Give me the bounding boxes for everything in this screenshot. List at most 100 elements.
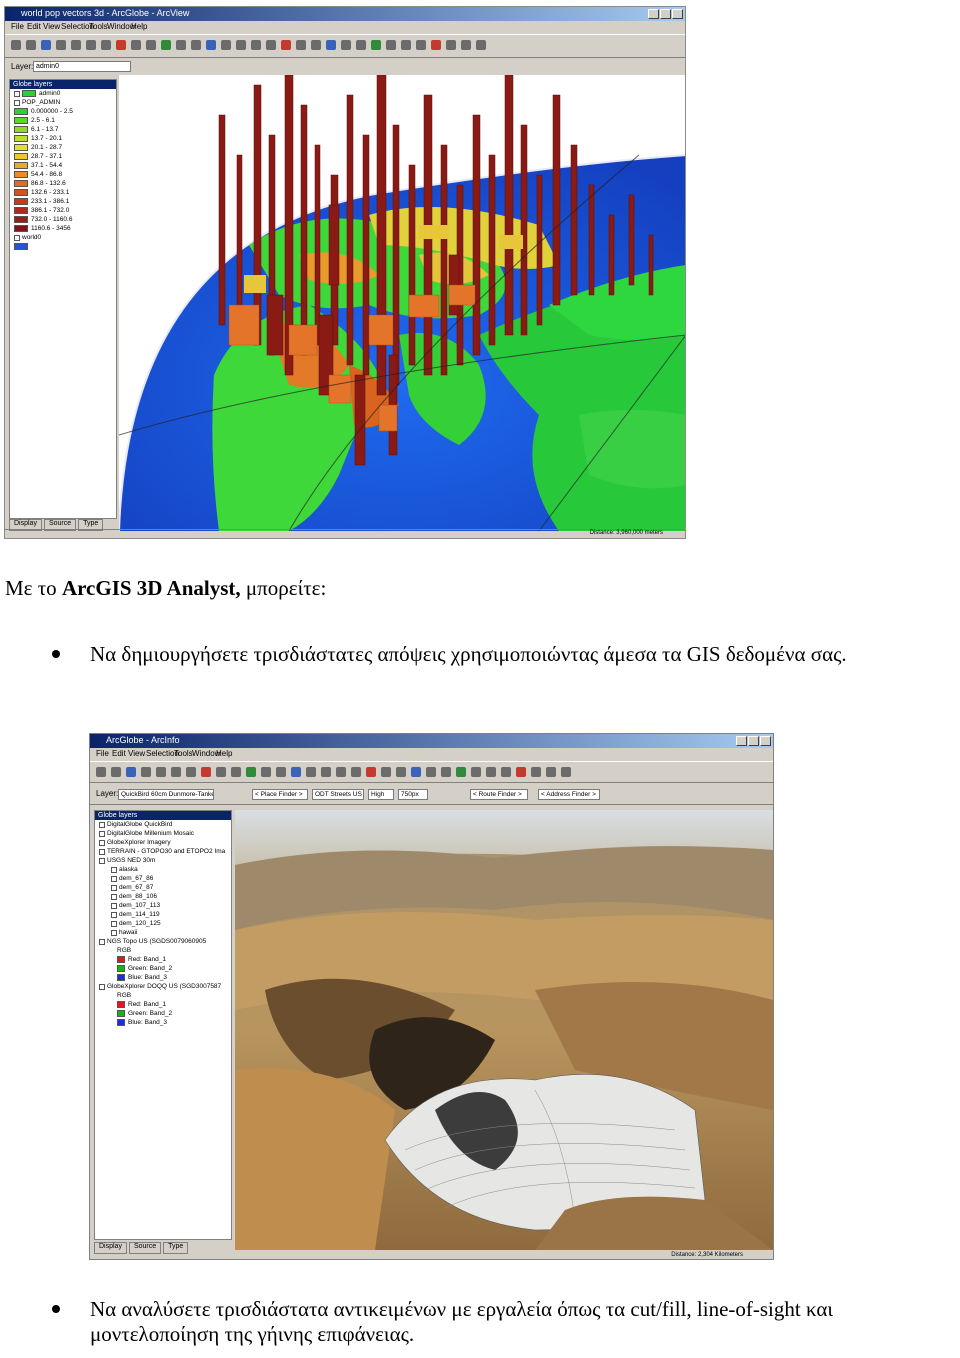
globe-3d-view[interactable]: [119, 75, 685, 531]
menu-help[interactable]: Help: [216, 749, 232, 758]
redo-icon[interactable]: [146, 40, 156, 50]
tab-type[interactable]: Type: [163, 1242, 189, 1254]
zoom-in-icon[interactable]: [236, 40, 246, 50]
paste-icon[interactable]: [186, 767, 196, 777]
copy-icon[interactable]: [171, 767, 181, 777]
layer-row[interactable]: RGB: [117, 991, 231, 1000]
route-finder[interactable]: < Route Finder >: [470, 789, 528, 800]
save-icon[interactable]: [126, 767, 136, 777]
layer-checkbox[interactable]: [14, 99, 20, 106]
quality-select[interactable]: High: [368, 789, 394, 800]
pan-icon[interactable]: [266, 40, 276, 50]
copy-icon[interactable]: [86, 40, 96, 50]
layer-row[interactable]: Blue: Band_3: [117, 1018, 231, 1027]
layer-row[interactable]: DigitalGlobe Millenium Mosaic: [99, 829, 231, 838]
paste-icon[interactable]: [101, 40, 111, 50]
menu-tools[interactable]: Tools: [89, 22, 108, 31]
print-icon[interactable]: [141, 767, 151, 777]
maximize-icon[interactable]: [660, 9, 671, 19]
select-icon[interactable]: [296, 40, 306, 50]
cut-icon[interactable]: [71, 40, 81, 50]
layer-row[interactable]: USGS NED 30m: [99, 856, 231, 865]
delete-icon[interactable]: [201, 767, 211, 777]
menu-tools[interactable]: Tools: [174, 749, 193, 758]
minimize-icon[interactable]: [648, 9, 659, 19]
fly-icon[interactable]: [306, 767, 316, 777]
cut-icon[interactable]: [156, 767, 166, 777]
scale-icon[interactable]: [261, 767, 271, 777]
layer-row[interactable]: Green: Band_2: [117, 964, 231, 973]
new-icon[interactable]: [96, 767, 106, 777]
layer-row[interactable]: GlobeXplorer DOQQ US (SGD3007587: [99, 982, 231, 991]
save-icon[interactable]: [41, 40, 51, 50]
layer-checkbox[interactable]: [111, 875, 117, 882]
find-icon[interactable]: [341, 40, 351, 50]
street-select[interactable]: ODT Streets US: [312, 789, 364, 800]
menu-file[interactable]: File: [11, 22, 24, 31]
layer-checkbox[interactable]: [99, 857, 105, 864]
menu-edit[interactable]: Edit: [27, 22, 41, 31]
zoom-in-icon[interactable]: [321, 767, 331, 777]
menu-help[interactable]: Help: [131, 22, 147, 31]
full-extent-icon[interactable]: [366, 767, 376, 777]
editor-icon[interactable]: [191, 40, 201, 50]
tab-source[interactable]: Source: [128, 1242, 162, 1254]
zoom-out-icon[interactable]: [336, 767, 346, 777]
minimize-icon[interactable]: [736, 736, 747, 746]
globe-icon[interactable]: [456, 767, 466, 777]
layer-row[interactable]: NGS Topo US (SGDS0079060905: [99, 937, 231, 946]
undo-icon[interactable]: [216, 767, 226, 777]
layer-checkbox[interactable]: [99, 830, 105, 837]
fly-icon[interactable]: [221, 40, 231, 50]
open-icon[interactable]: [111, 767, 121, 777]
add-data-icon[interactable]: [246, 767, 256, 777]
maximize-icon[interactable]: [748, 736, 759, 746]
terrain-3d-view[interactable]: [235, 810, 773, 1250]
full-extent-icon[interactable]: [281, 40, 291, 50]
layer-row[interactable]: dem_88_106: [111, 892, 231, 901]
layer-checkbox[interactable]: [99, 983, 105, 990]
layer-row[interactable]: DigitalGlobe QuickBird: [99, 820, 231, 829]
layer-row[interactable]: dem_107_113: [111, 901, 231, 910]
layer-row[interactable]: dem_67_87: [111, 883, 231, 892]
help-icon[interactable]: [561, 767, 571, 777]
scale-icon[interactable]: [176, 40, 186, 50]
animation-icon[interactable]: [471, 767, 481, 777]
undo-icon[interactable]: [131, 40, 141, 50]
layer-row[interactable]: dem_114_119: [111, 910, 231, 919]
zoom-select[interactable]: 750px: [398, 789, 428, 800]
swipe-icon[interactable]: [446, 40, 456, 50]
effects-icon[interactable]: [461, 40, 471, 50]
menu-file[interactable]: File: [96, 749, 109, 758]
layer-checkbox[interactable]: [111, 920, 117, 927]
zoom-out-icon[interactable]: [251, 40, 261, 50]
hyperlink-icon[interactable]: [441, 767, 451, 777]
north-icon[interactable]: [516, 767, 526, 777]
layer-checkbox[interactable]: [111, 929, 117, 936]
add-data-icon[interactable]: [161, 40, 171, 50]
layer-icon[interactable]: [486, 767, 496, 777]
close-icon[interactable]: [760, 736, 771, 746]
layer-row[interactable]: hawaii: [111, 928, 231, 937]
layer-checkbox[interactable]: [111, 911, 117, 918]
legend-row[interactable]: admin0: [14, 89, 116, 98]
layer-row[interactable]: RGB: [117, 946, 231, 955]
layer-icon[interactable]: [401, 40, 411, 50]
editor-icon[interactable]: [276, 767, 286, 777]
legend-row[interactable]: POP_ADMIN: [14, 98, 116, 107]
layer-checkbox[interactable]: [111, 884, 117, 891]
close-icon[interactable]: [672, 9, 683, 19]
find-icon[interactable]: [426, 767, 436, 777]
identify-icon[interactable]: [311, 40, 321, 50]
animation-icon[interactable]: [386, 40, 396, 50]
target-icon[interactable]: [501, 767, 511, 777]
select-icon[interactable]: [381, 767, 391, 777]
legend-row[interactable]: world0: [14, 233, 116, 242]
layer-checkbox[interactable]: [99, 848, 105, 855]
target-icon[interactable]: [416, 40, 426, 50]
menu-view[interactable]: View: [128, 749, 145, 758]
layer-checkbox[interactable]: [111, 893, 117, 900]
layer-select[interactable]: QuickBird 60cm Dunmore-Tankers-Po: [118, 789, 214, 800]
layer-checkbox[interactable]: [99, 839, 105, 846]
effects-icon[interactable]: [546, 767, 556, 777]
